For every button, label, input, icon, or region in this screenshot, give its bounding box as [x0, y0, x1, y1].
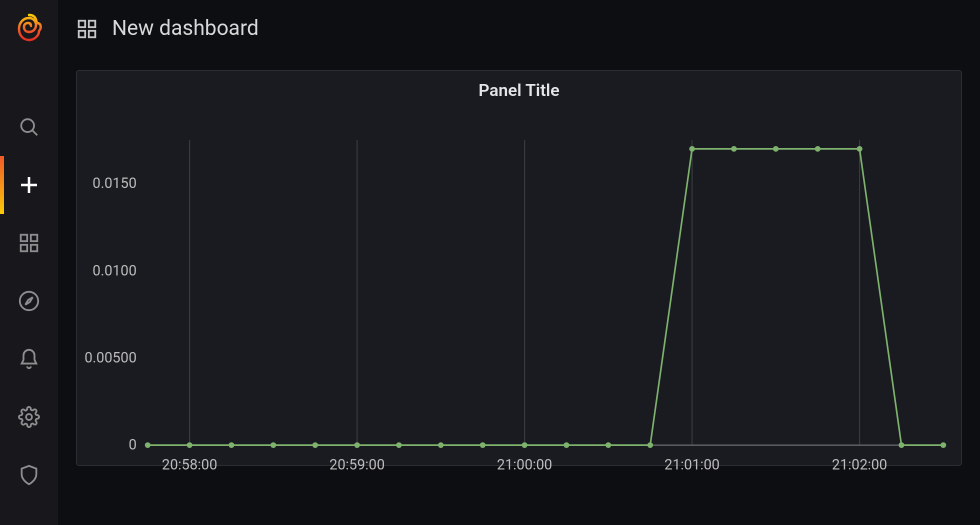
sidebar	[0, 0, 58, 525]
nav-server-admin[interactable]	[0, 446, 58, 504]
svg-text:20:58:00: 20:58:00	[162, 456, 217, 473]
svg-text:0.0150: 0.0150	[93, 175, 137, 192]
nav-explore[interactable]	[0, 272, 58, 330]
content: Panel Title 20:58:00 20:59:00 21:00:00 21:0…	[58, 58, 980, 525]
gear-icon	[18, 406, 40, 428]
chart: 20:58:00 20:59:00 21:00:00 21:01:00 21:02:00…	[77, 107, 961, 494]
nav-alerting[interactable]	[0, 330, 58, 388]
svg-text:0.00500: 0.00500	[84, 349, 136, 366]
nav-search[interactable]	[0, 98, 58, 156]
bell-icon	[18, 348, 40, 370]
svg-text:21:01:00: 21:01:00	[664, 456, 719, 473]
svg-text:21:02:00: 21:02:00	[832, 456, 887, 473]
nav-dashboards[interactable]	[0, 214, 58, 272]
svg-text:0.0100: 0.0100	[93, 262, 137, 279]
apps-icon	[18, 232, 40, 254]
panel-title[interactable]: Panel Title	[77, 71, 961, 107]
topbar: New dashboard	[58, 0, 980, 58]
svg-text:21:00:00: 21:00:00	[497, 456, 552, 473]
nav-create[interactable]	[0, 156, 58, 214]
grafana-logo-icon[interactable]	[9, 8, 49, 48]
nav-configuration[interactable]	[0, 388, 58, 446]
search-icon	[18, 116, 40, 138]
shield-icon	[18, 464, 40, 486]
svg-text:20:59:00: 20:59:00	[329, 456, 384, 473]
plus-icon	[17, 173, 41, 197]
dashboard-icon	[76, 18, 98, 40]
panel[interactable]: Panel Title 20:58:0020:59:0021:00:0021:0…	[76, 70, 962, 466]
compass-icon	[18, 290, 40, 312]
page-title[interactable]: New dashboard	[112, 17, 259, 41]
svg-text:0: 0	[129, 437, 137, 454]
main: New dashboard Panel Title 20:58:00 20:59:…	[58, 0, 980, 525]
